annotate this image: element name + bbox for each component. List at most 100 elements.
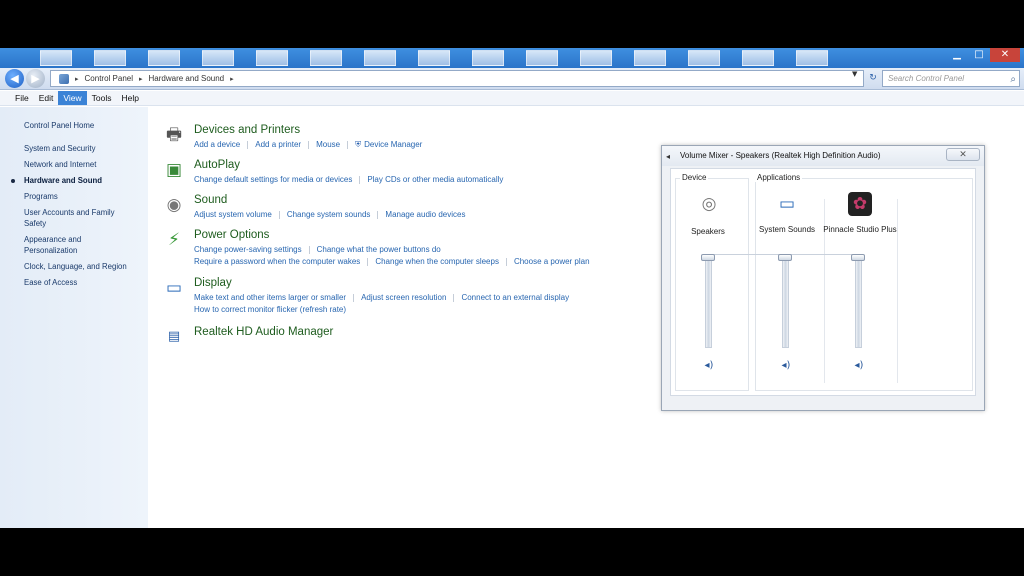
link-mouse[interactable]: Mouse <box>316 140 340 149</box>
menu-bar: File Edit View Tools Help <box>0 91 1024 106</box>
address-dropdown-icon[interactable]: ▼ <box>852 70 857 78</box>
category-links: Change power-saving settings Change what … <box>194 244 590 268</box>
link-adjust-volume[interactable]: Adjust system volume <box>194 210 272 219</box>
pinnacle-icon[interactable]: ✿ <box>848 192 872 216</box>
autoplay-icon[interactable]: ▣ <box>162 159 186 181</box>
thumbnail-11 <box>580 50 612 66</box>
link-monitor-flicker[interactable]: How to correct monitor flicker (refresh … <box>194 305 346 314</box>
link-divider <box>377 210 379 219</box>
control-panel-icon <box>59 73 69 84</box>
menu-view[interactable]: View <box>58 91 87 105</box>
close-icon[interactable]: ✕ <box>990 48 1020 62</box>
thumbnail-5 <box>256 50 288 66</box>
search-input[interactable]: Search Control Panel ⌕ <box>882 70 1020 87</box>
breadcrumb-control-panel[interactable]: Control Panel <box>85 74 133 83</box>
menu-edit[interactable]: Edit <box>34 91 59 105</box>
link-divider <box>367 257 369 266</box>
link-text-size[interactable]: Make text and other items larger or smal… <box>194 293 346 302</box>
category-title[interactable]: Display <box>194 277 232 289</box>
sidebar-item-system-and-security[interactable]: System and Security <box>24 143 142 154</box>
link-add-device[interactable]: Add a device <box>194 140 240 149</box>
link-require-password[interactable]: Require a password when the computer wak… <box>194 257 360 266</box>
link-add-printer[interactable]: Add a printer <box>255 140 301 149</box>
applications-group-label: Applications <box>755 173 803 182</box>
sidebar-item-user-accounts[interactable]: User Accounts and Family Safety <box>24 207 130 229</box>
category-links: Add a device Add a printer Mouse ⛨ Device Ma… <box>194 139 422 151</box>
speaker-icon[interactable]: ◉ <box>162 194 186 216</box>
thumbnail-7 <box>364 50 396 66</box>
maximize-icon[interactable]: □ <box>968 48 990 62</box>
link-divider <box>359 175 361 184</box>
sidebar-item-control-panel-home[interactable]: Control Panel Home <box>24 120 142 131</box>
link-divider <box>505 257 507 266</box>
back-arrow-icon[interactable]: ◀ <box>5 69 24 88</box>
refresh-icon[interactable]: ↻ <box>866 70 880 87</box>
menu-help[interactable]: Help <box>116 91 143 105</box>
category-title[interactable]: Sound <box>194 194 227 206</box>
system-sounds-volume-slider[interactable] <box>782 256 789 348</box>
sidebar: Control Panel Home System and Security N… <box>0 107 148 528</box>
category-title[interactable]: AutoPlay <box>194 159 240 171</box>
link-divider <box>353 293 355 302</box>
link-manage-audio-devices[interactable]: Manage audio devices <box>385 210 465 219</box>
speakers-slider-thumb[interactable] <box>701 254 715 261</box>
category-title[interactable]: Devices and Printers <box>194 124 300 136</box>
breadcrumb-separator-icon[interactable]: ▸ <box>230 75 234 83</box>
sidebar-item-network-and-internet[interactable]: Network and Internet <box>24 159 142 170</box>
link-device-manager[interactable]: Device Manager <box>364 140 422 149</box>
speakers-volume-slider[interactable] <box>705 256 712 348</box>
speaker-device-icon[interactable]: ◎ <box>697 192 721 216</box>
thumbnail-14 <box>742 50 774 66</box>
link-change-system-sounds[interactable]: Change system sounds <box>287 210 371 219</box>
category-title[interactable]: Realtek HD Audio Manager <box>194 326 333 338</box>
pinnacle-mute-icon[interactable]: ◂) <box>852 360 866 372</box>
sidebar-item-appearance[interactable]: Appearance and Personalization <box>24 234 104 256</box>
breadcrumb-separator-icon[interactable]: ▸ <box>139 75 143 83</box>
system-sounds-icon[interactable]: ▭ <box>775 192 799 216</box>
address-box[interactable]: ▸ Control Panel ▸ Hardware and Sound ▸ <box>50 70 864 87</box>
link-divider <box>308 140 310 149</box>
device-group-label: Device <box>680 173 709 182</box>
category-links: Adjust system volume Change system sounds… <box>194 209 465 221</box>
link-play-cds[interactable]: Play CDs or other media automatically <box>367 175 503 184</box>
link-choose-power-plan[interactable]: Choose a power plan <box>514 257 590 266</box>
minimize-icon[interactable]: ▁ <box>946 48 968 62</box>
thumbnail-10 <box>526 50 558 66</box>
speakers-mute-icon[interactable]: ◂) <box>702 360 716 372</box>
forward-arrow-icon[interactable]: ▶ <box>26 69 45 88</box>
mixer-close-icon[interactable]: ✕ <box>946 148 980 161</box>
sidebar-item-clock-language-region[interactable]: Clock, Language, and Region <box>24 261 142 272</box>
system-sounds-mute-icon[interactable]: ◂) <box>779 360 793 372</box>
speaker-small-icon: ◂ <box>666 152 671 161</box>
printer-icon[interactable]: 🖶 <box>162 124 186 146</box>
monitor-icon[interactable]: ▭ <box>162 277 186 299</box>
current-item-bullet-icon <box>11 179 15 183</box>
pinnacle-volume-slider[interactable] <box>855 256 862 348</box>
link-external-display[interactable]: Connect to an external display <box>461 293 569 302</box>
search-icon[interactable]: ⌕ <box>1010 72 1016 87</box>
category-title[interactable]: Power Options <box>194 229 269 241</box>
channel-label-speakers: Speakers <box>691 227 725 236</box>
search-placeholder: Search Control Panel <box>888 74 965 83</box>
volume-mixer-dialog: ◂ Volume Mixer - Speakers (Realtek High … <box>661 145 985 411</box>
menu-file[interactable]: File <box>10 91 34 105</box>
pinnacle-slider-thumb[interactable] <box>851 254 865 261</box>
sidebar-item-ease-of-access[interactable]: Ease of Access <box>24 277 142 288</box>
link-screen-resolution[interactable]: Adjust screen resolution <box>361 293 446 302</box>
link-change-default-settings[interactable]: Change default settings for media or dev… <box>194 175 352 184</box>
letterbox-bottom <box>0 528 1024 576</box>
power-icon[interactable]: ⚡ <box>162 229 186 251</box>
breadcrumb-hardware-and-sound[interactable]: Hardware and Sound <box>149 74 225 83</box>
sidebar-item-hardware-and-sound[interactable]: Hardware and Sound <box>24 175 142 186</box>
link-computer-sleeps[interactable]: Change when the computer sleeps <box>375 257 499 266</box>
letterbox-top <box>0 0 1024 48</box>
link-divider <box>278 210 280 219</box>
link-power-buttons[interactable]: Change what the power buttons do <box>317 245 441 254</box>
system-sounds-slider-thumb[interactable] <box>778 254 792 261</box>
sidebar-item-programs[interactable]: Programs <box>24 191 142 202</box>
breadcrumb-separator-icon[interactable]: ▸ <box>75 75 79 83</box>
realtek-icon[interactable]: ▤ <box>162 326 186 348</box>
menu-tools[interactable]: Tools <box>87 91 117 105</box>
title-bar: ▁ □ ✕ <box>0 48 1024 68</box>
link-power-saving-settings[interactable]: Change power-saving settings <box>194 245 302 254</box>
